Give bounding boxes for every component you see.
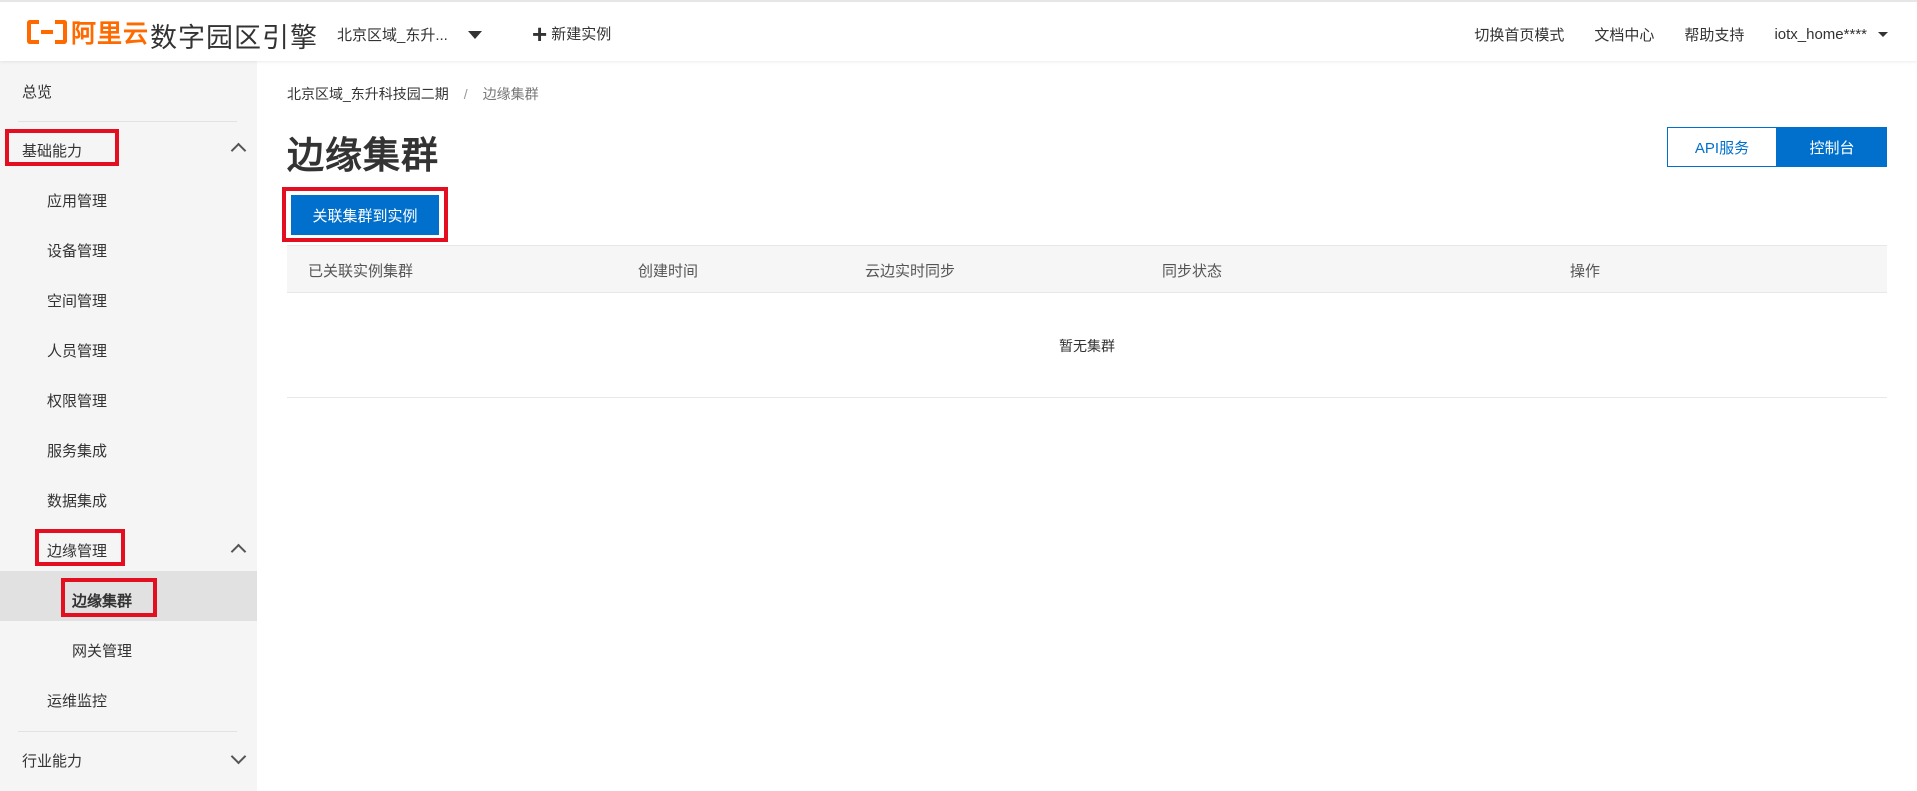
chevron-down-icon[interactable] bbox=[230, 748, 247, 765]
sidebar-group-basic[interactable]: 基础能力 bbox=[22, 140, 82, 161]
sidebar-item-service[interactable]: 服务集成 bbox=[47, 440, 107, 461]
product-name: 数字园区引擎 bbox=[150, 23, 318, 53]
table-header: 已关联实例集群 创建时间 云边实时同步 同步状态 操作 bbox=[287, 245, 1887, 293]
top-bar: 阿里云 数字园区引擎 北京区域_东升... + 新建实例 切换首页模式 文档中心… bbox=[0, 0, 1917, 61]
sidebar-item-data[interactable]: 数据集成 bbox=[47, 490, 107, 511]
sidebar-item-overview[interactable]: 总览 bbox=[22, 81, 52, 102]
chevron-up-icon[interactable] bbox=[230, 543, 247, 560]
user-name: iotx_home**** bbox=[1774, 26, 1867, 43]
breadcrumb: 北京区域_东升科技园二期 / 边缘集群 bbox=[287, 84, 539, 104]
sidebar-group-industry[interactable]: 行业能力 bbox=[22, 750, 82, 771]
associate-cluster-button[interactable]: 关联集群到实例 bbox=[291, 195, 439, 235]
sidebar-item-personnel[interactable]: 人员管理 bbox=[47, 340, 107, 361]
sidebar-divider bbox=[18, 121, 237, 122]
column-header: 同步状态 bbox=[1162, 263, 1223, 280]
docs-link[interactable]: 文档中心 bbox=[1594, 24, 1654, 45]
sidebar: 总览 基础能力 应用管理 设备管理 空间管理 人员管理 权限管理 服务集成 数据… bbox=[0, 61, 257, 791]
sidebar-divider bbox=[18, 731, 237, 732]
caret-down-icon bbox=[467, 30, 482, 39]
sidebar-item-device[interactable]: 设备管理 bbox=[47, 240, 107, 261]
breadcrumb-current: 边缘集群 bbox=[482, 86, 539, 102]
new-instance-label: 新建实例 bbox=[551, 26, 612, 43]
aliyun-logo[interactable]: 阿里云 bbox=[27, 18, 149, 48]
plus-icon: + bbox=[532, 18, 548, 49]
sidebar-item-edge-cluster[interactable]: 边缘集群 bbox=[72, 590, 132, 611]
sidebar-item-app[interactable]: 应用管理 bbox=[47, 190, 107, 211]
region-select[interactable]: 北京区域_东升... bbox=[337, 24, 482, 45]
column-header: 操作 bbox=[1570, 263, 1601, 280]
main-content: 北京区域_东升科技园二期 / 边缘集群 边缘集群 API服务 控制台 关联集群到… bbox=[257, 61, 1917, 791]
chevron-up-icon[interactable] bbox=[230, 142, 247, 159]
page-title: 边缘集群 bbox=[287, 135, 439, 176]
switch-home-mode-link[interactable]: 切换首页模式 bbox=[1474, 24, 1564, 45]
sidebar-item-permission[interactable]: 权限管理 bbox=[47, 390, 107, 411]
top-nav: 切换首页模式 文档中心 帮助支持 iotx_home**** bbox=[1444, 24, 1888, 45]
mode-switch: API服务 控制台 bbox=[1667, 127, 1887, 167]
console-button[interactable]: 控制台 bbox=[1777, 127, 1887, 167]
caret-down-icon bbox=[1878, 32, 1888, 37]
new-instance-button[interactable]: + 新建实例 bbox=[532, 18, 612, 49]
user-menu[interactable]: iotx_home**** bbox=[1774, 26, 1888, 43]
sidebar-item-space[interactable]: 空间管理 bbox=[47, 290, 107, 311]
cluster-table: 已关联实例集群 创建时间 云边实时同步 同步状态 操作 暂无集群 bbox=[287, 245, 1887, 398]
sidebar-item-ops[interactable]: 运维监控 bbox=[47, 690, 107, 711]
breadcrumb-item[interactable]: 北京区域_东升科技园二期 bbox=[287, 84, 449, 104]
column-header: 云边实时同步 bbox=[865, 263, 956, 280]
column-header: 已关联实例集群 bbox=[308, 263, 414, 280]
sidebar-item-gateway[interactable]: 网关管理 bbox=[72, 640, 132, 661]
region-label: 北京区域_东升... bbox=[337, 27, 448, 44]
breadcrumb-separator: / bbox=[463, 86, 468, 102]
table-empty-state: 暂无集群 bbox=[287, 293, 1887, 398]
empty-message: 暂无集群 bbox=[1059, 338, 1115, 354]
column-header: 创建时间 bbox=[638, 263, 699, 280]
logo-text: 阿里云 bbox=[71, 20, 150, 48]
api-service-button[interactable]: API服务 bbox=[1667, 127, 1777, 167]
aliyun-logo-icon bbox=[27, 20, 67, 44]
sidebar-group-edge[interactable]: 边缘管理 bbox=[47, 540, 107, 561]
help-link[interactable]: 帮助支持 bbox=[1684, 24, 1744, 45]
